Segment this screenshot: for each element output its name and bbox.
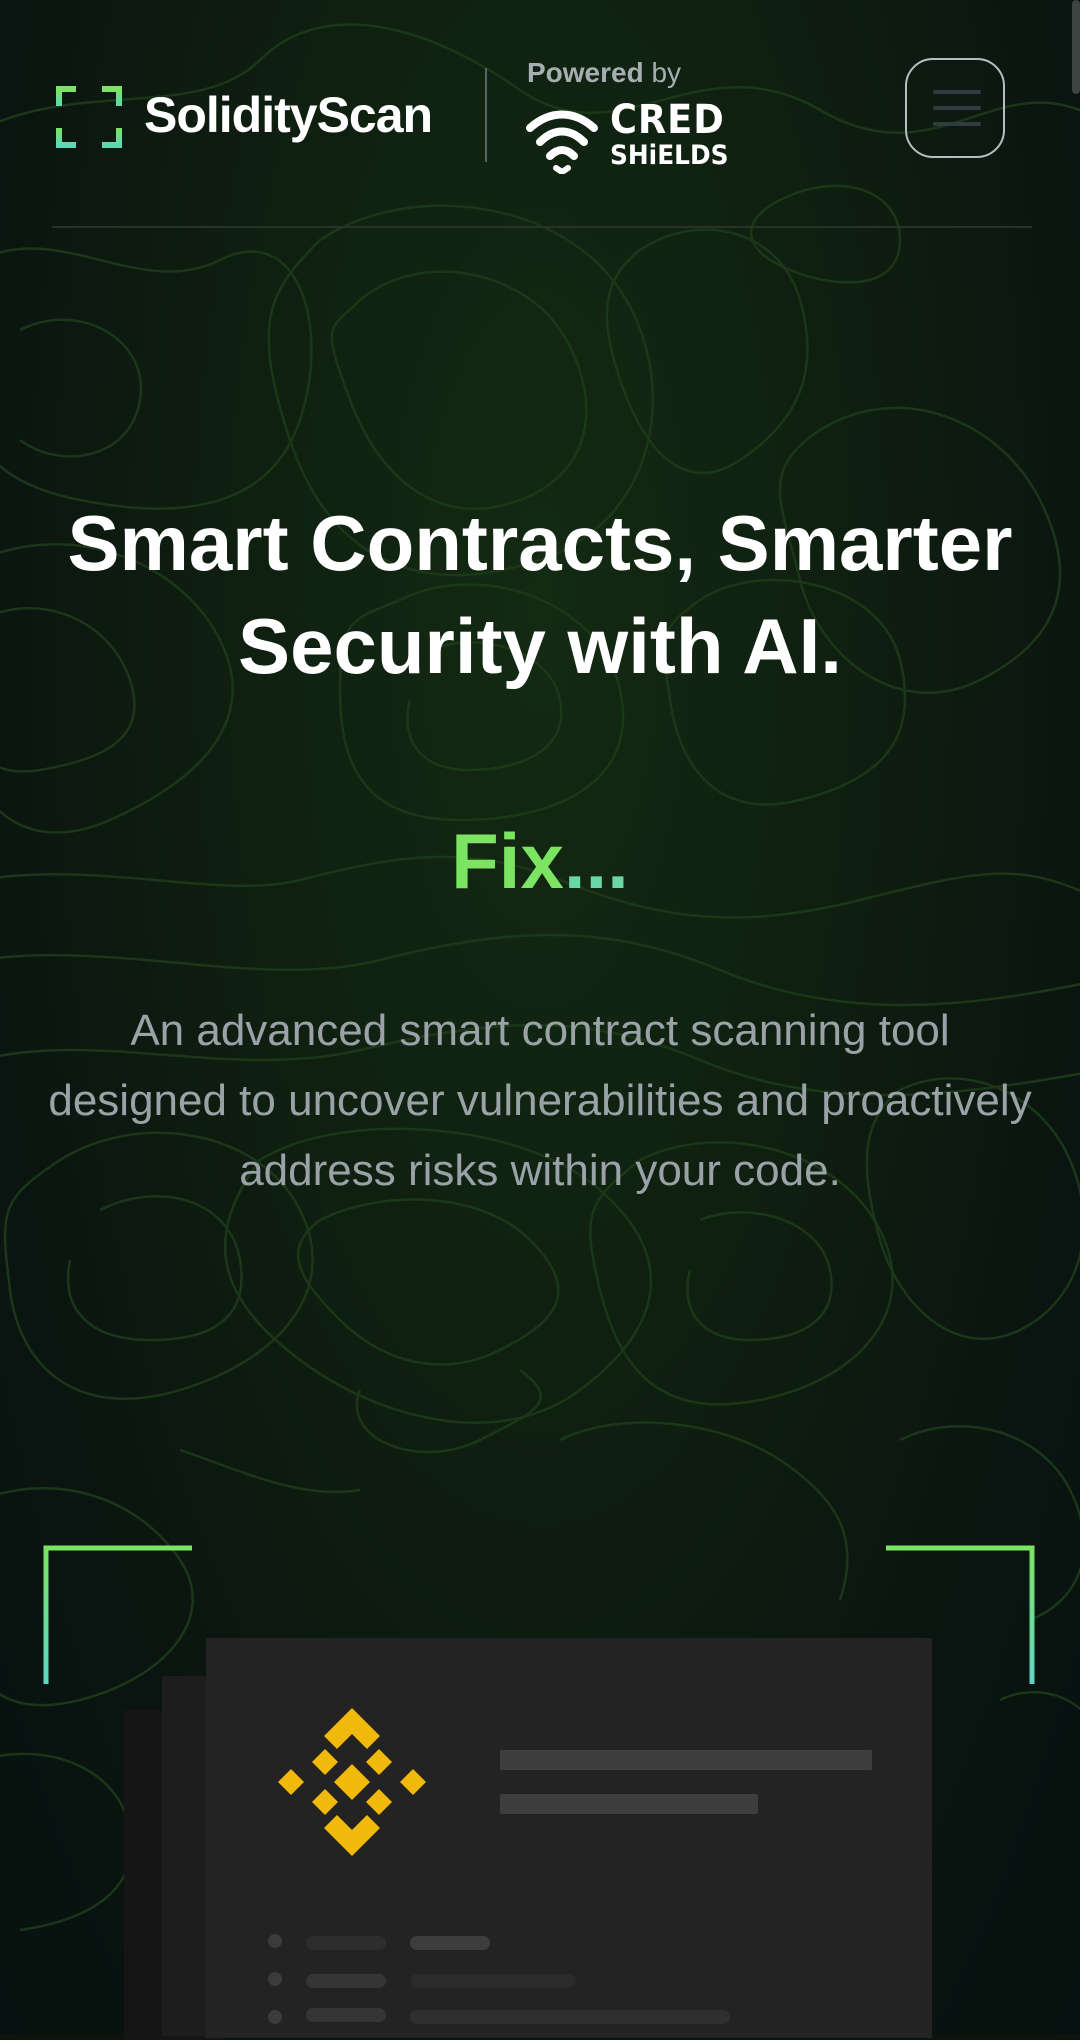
rotating-word: Fix <box>451 817 564 905</box>
scrollbar-thumb[interactable] <box>1072 0 1080 94</box>
list-item-bullet <box>268 2010 282 2024</box>
powered-text: Powered <box>527 57 644 88</box>
shields-line: SHiELDS <box>610 140 729 171</box>
cred-line: CRED <box>610 97 725 143</box>
list-item-value-placeholder <box>410 1974 576 1988</box>
binance-icon <box>278 1708 426 1856</box>
list-item-label-placeholder <box>306 2008 386 2022</box>
menu-bar-bottom <box>933 122 981 126</box>
scan-frame-icon[interactable] <box>56 86 122 148</box>
list-item-value-placeholder <box>410 1936 490 1950</box>
subtitle-placeholder <box>500 1794 758 1814</box>
hero-title: Smart Contracts, Smarter Security with A… <box>67 499 1013 690</box>
wifi-shield-icon[interactable] <box>526 104 598 174</box>
hero-subtitle: An advanced smart contract scanning tool… <box>48 1006 1032 1195</box>
list-item-bullet <box>268 1972 282 1986</box>
powered-by-label: Powered by <box>527 56 681 90</box>
menu-bar-middle <box>933 106 981 110</box>
list-item-bullet <box>268 1934 282 1948</box>
scan-corner-top-left <box>43 1545 192 1684</box>
hamburger-menu-icon <box>933 90 981 94</box>
list-item-value-placeholder <box>410 2010 730 2024</box>
credshields-logo-text[interactable]: CRED SHiELDS <box>610 100 739 169</box>
preview-card <box>206 1638 932 2038</box>
header-divider <box>485 68 487 162</box>
list-item-label-placeholder <box>306 1936 386 1950</box>
brand-name[interactable]: SolidityScan <box>144 84 433 146</box>
list-item-label-placeholder <box>306 1974 386 1988</box>
title-placeholder <box>500 1750 872 1770</box>
rotating-dots: ... <box>563 817 629 905</box>
by-text: by <box>651 57 682 88</box>
hamburger-menu-button[interactable] <box>905 58 1005 158</box>
hero-rotating-text: Fix... <box>60 810 1020 913</box>
header-bottom-divider <box>52 226 1032 228</box>
